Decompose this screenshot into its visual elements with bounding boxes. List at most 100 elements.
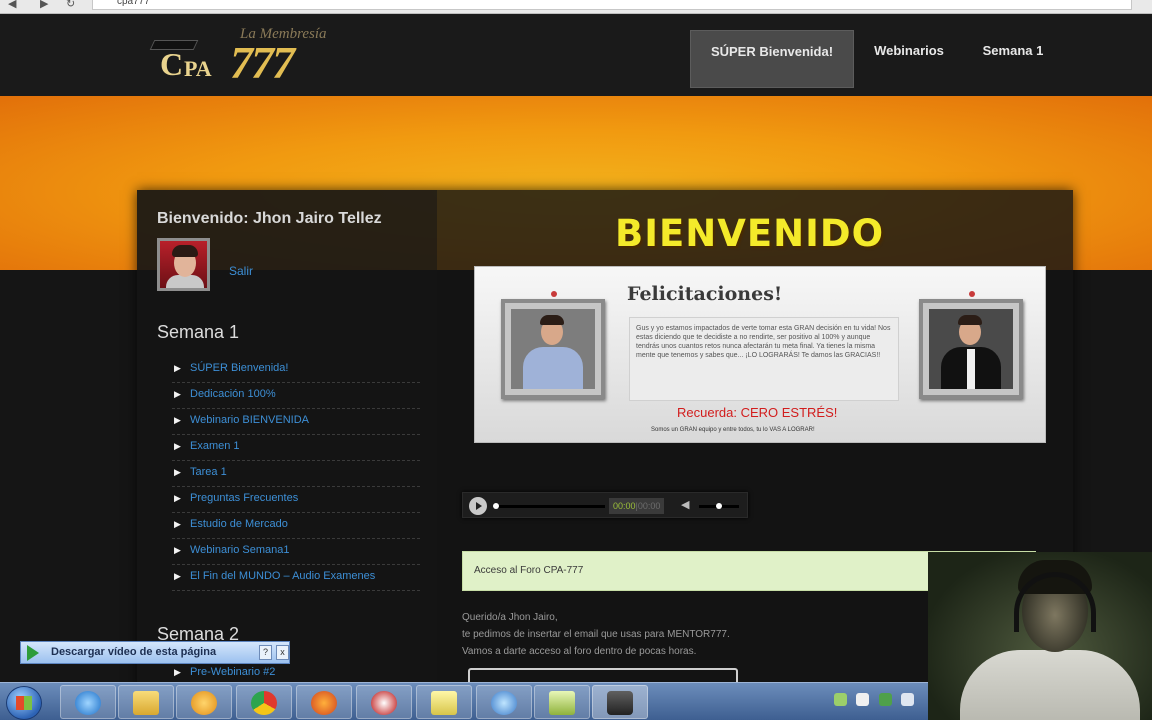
back-icon[interactable]: ◀ (8, 0, 16, 10)
mentor-photo-right (929, 309, 1013, 389)
forum-message-line: Querido/a Jhon Jairo, (462, 612, 558, 623)
menu-item-webinario-bienvenida[interactable]: ▶ Webinario BIENVENIDA (172, 409, 420, 435)
week1-title: Semana 1 (157, 322, 240, 342)
download-video-label[interactable]: Descargar vídeo de esta página (51, 646, 216, 658)
reload-icon[interactable]: ↻ (66, 0, 75, 10)
pin-icon (551, 291, 557, 297)
week1-menu: ▶ SÚPER Bienvenida! ▶ Dedicación 100% ▶ Web… (172, 357, 420, 591)
browser-toolbar: ◀ ▶ ↻ cpa777 (0, 0, 1152, 14)
arrow-right-icon: ▶ (174, 363, 181, 373)
card-message: Gus y yo estamos impactados de verte tom… (629, 317, 899, 401)
internet-explorer-icon (75, 691, 101, 715)
menu-item-tarea-1[interactable]: ▶ Tarea 1 (172, 461, 420, 487)
taskbar-file-explorer[interactable] (118, 685, 174, 719)
menu-item-estudio-de-mercado[interactable]: ▶ Estudio de Mercado (172, 513, 420, 539)
taskbar-chrome[interactable] (236, 685, 292, 719)
taskbar-notes-2[interactable] (534, 685, 590, 719)
photo-hair (540, 315, 564, 325)
audio-progress-track[interactable] (493, 503, 605, 509)
cpa777-logo[interactable]: La Membresía C PA 777 (149, 22, 340, 92)
photo-body (523, 347, 583, 389)
nav-webinarios[interactable]: Webinarios (860, 30, 958, 88)
menu-item-preguntas-frecuentes[interactable]: ▶ Preguntas Frecuentes (172, 487, 420, 513)
volume-icon[interactable]: ◀ (681, 498, 689, 511)
folder-icon (133, 691, 159, 715)
taskbar-sticky-notes[interactable] (416, 685, 472, 719)
webcam-overlay (928, 552, 1152, 720)
taskbar-network[interactable] (476, 685, 532, 719)
webcam-person-body (960, 650, 1140, 720)
audio-player: 00:00|00:00 ◀ (462, 492, 748, 518)
forum-message-line: Vamos a darte acceso al foro dentro de p… (462, 646, 697, 657)
site-header: La Membresía C PA 777 SÚPER Bienvenida! … (0, 14, 1152, 96)
taskbar-firefox[interactable] (296, 685, 352, 719)
chrome-icon (251, 691, 277, 715)
tray-flag-icon[interactable] (856, 693, 870, 706)
close-button[interactable]: x (276, 645, 289, 660)
arrow-right-icon: ▶ (174, 493, 181, 503)
play-button[interactable] (469, 497, 487, 515)
network-icon (491, 691, 517, 715)
menu-item-webinario-semana1[interactable]: ▶ Webinario Semana1 (172, 539, 420, 565)
arrow-right-icon: ▶ (174, 467, 181, 477)
avatar-hair (172, 245, 198, 257)
menu-item-dedicacion[interactable]: ▶ Dedicación 100% (172, 383, 420, 409)
forum-access-label: Acceso al Foro CPA-777 (474, 565, 584, 576)
nav-semana-1[interactable]: Semana 1 (966, 30, 1060, 88)
nav-super-bienvenida[interactable]: SÚPER Bienvenida! (690, 30, 854, 88)
page-title: BIENVENIDO (615, 212, 885, 255)
photo-shirt (967, 349, 975, 389)
tray-network-icon[interactable] (878, 693, 892, 706)
logo-777: 777 (230, 37, 295, 88)
media-player-icon (191, 691, 217, 715)
address-bar[interactable]: cpa777 (92, 0, 1132, 10)
photo-frame-left (501, 291, 605, 399)
start-button[interactable] (6, 686, 42, 720)
messenger-icon (371, 691, 397, 715)
taskbar-camera-recorder[interactable] (592, 685, 648, 719)
download-video-bar[interactable]: Descargar vídeo de esta página ? x (20, 641, 290, 664)
menu-item-examen-1[interactable]: ▶ Examen 1 (172, 435, 420, 461)
tray-volume-icon[interactable] (901, 693, 915, 706)
audio-time: 00:00|00:00 (609, 498, 665, 514)
notes-icon (549, 691, 575, 715)
avatar-body (166, 275, 204, 288)
arrow-right-icon: ▶ (174, 571, 181, 581)
taskbar-media-player[interactable] (176, 685, 232, 719)
pin-icon (969, 291, 975, 297)
arrow-right-icon: ▶ (174, 667, 181, 677)
mentor-photo-left (511, 309, 595, 389)
photo-frame-right (919, 291, 1023, 399)
forum-message-line: te pedimos de insertar el email que usas… (462, 629, 730, 640)
progress-handle[interactable] (493, 503, 499, 509)
page: ◀ ▶ ↻ cpa777 La Membresía C PA 777 SÚPER… (0, 0, 1152, 720)
help-button[interactable]: ? (259, 645, 272, 660)
taskbar-messenger[interactable] (356, 685, 412, 719)
welcome-user-title: Bienvenido: Jhon Jairo Tellez (157, 210, 382, 227)
logout-link[interactable]: Salir (229, 264, 253, 278)
logo-pa: PA (184, 56, 212, 81)
welcome-card: Felicitaciones! Gus y yo estamos impacta… (474, 266, 1046, 443)
card-title: Felicitaciones! (627, 283, 783, 305)
arrow-right-icon: ▶ (174, 415, 181, 425)
arrow-right-icon: ▶ (174, 545, 181, 555)
play-download-icon (27, 645, 39, 661)
card-footer: Somos un GRAN equipo y entre todos, tu l… (651, 427, 815, 433)
menu-item-el-fin-del-mundo[interactable]: ▶ El Fin del MUNDO – Audio Examenes (172, 565, 420, 591)
system-tray (834, 693, 928, 713)
card-reminder: Recuerda: CERO ESTRÉS! (677, 405, 838, 420)
photo-hair (958, 315, 982, 325)
logo-c: C (160, 46, 184, 82)
tray-app-icon[interactable] (834, 693, 847, 706)
firefox-icon (311, 691, 337, 715)
forward-icon[interactable]: ▶ (40, 0, 48, 10)
camera-icon (607, 691, 633, 715)
arrow-right-icon: ▶ (174, 519, 181, 529)
volume-slider[interactable] (699, 503, 739, 509)
sticky-notes-icon (431, 691, 457, 715)
arrow-right-icon: ▶ (174, 441, 181, 451)
menu-item-super-bienvenida[interactable]: ▶ SÚPER Bienvenida! (172, 357, 420, 383)
avatar[interactable] (157, 238, 210, 291)
taskbar-internet-explorer[interactable] (60, 685, 116, 719)
volume-handle[interactable] (716, 503, 722, 509)
